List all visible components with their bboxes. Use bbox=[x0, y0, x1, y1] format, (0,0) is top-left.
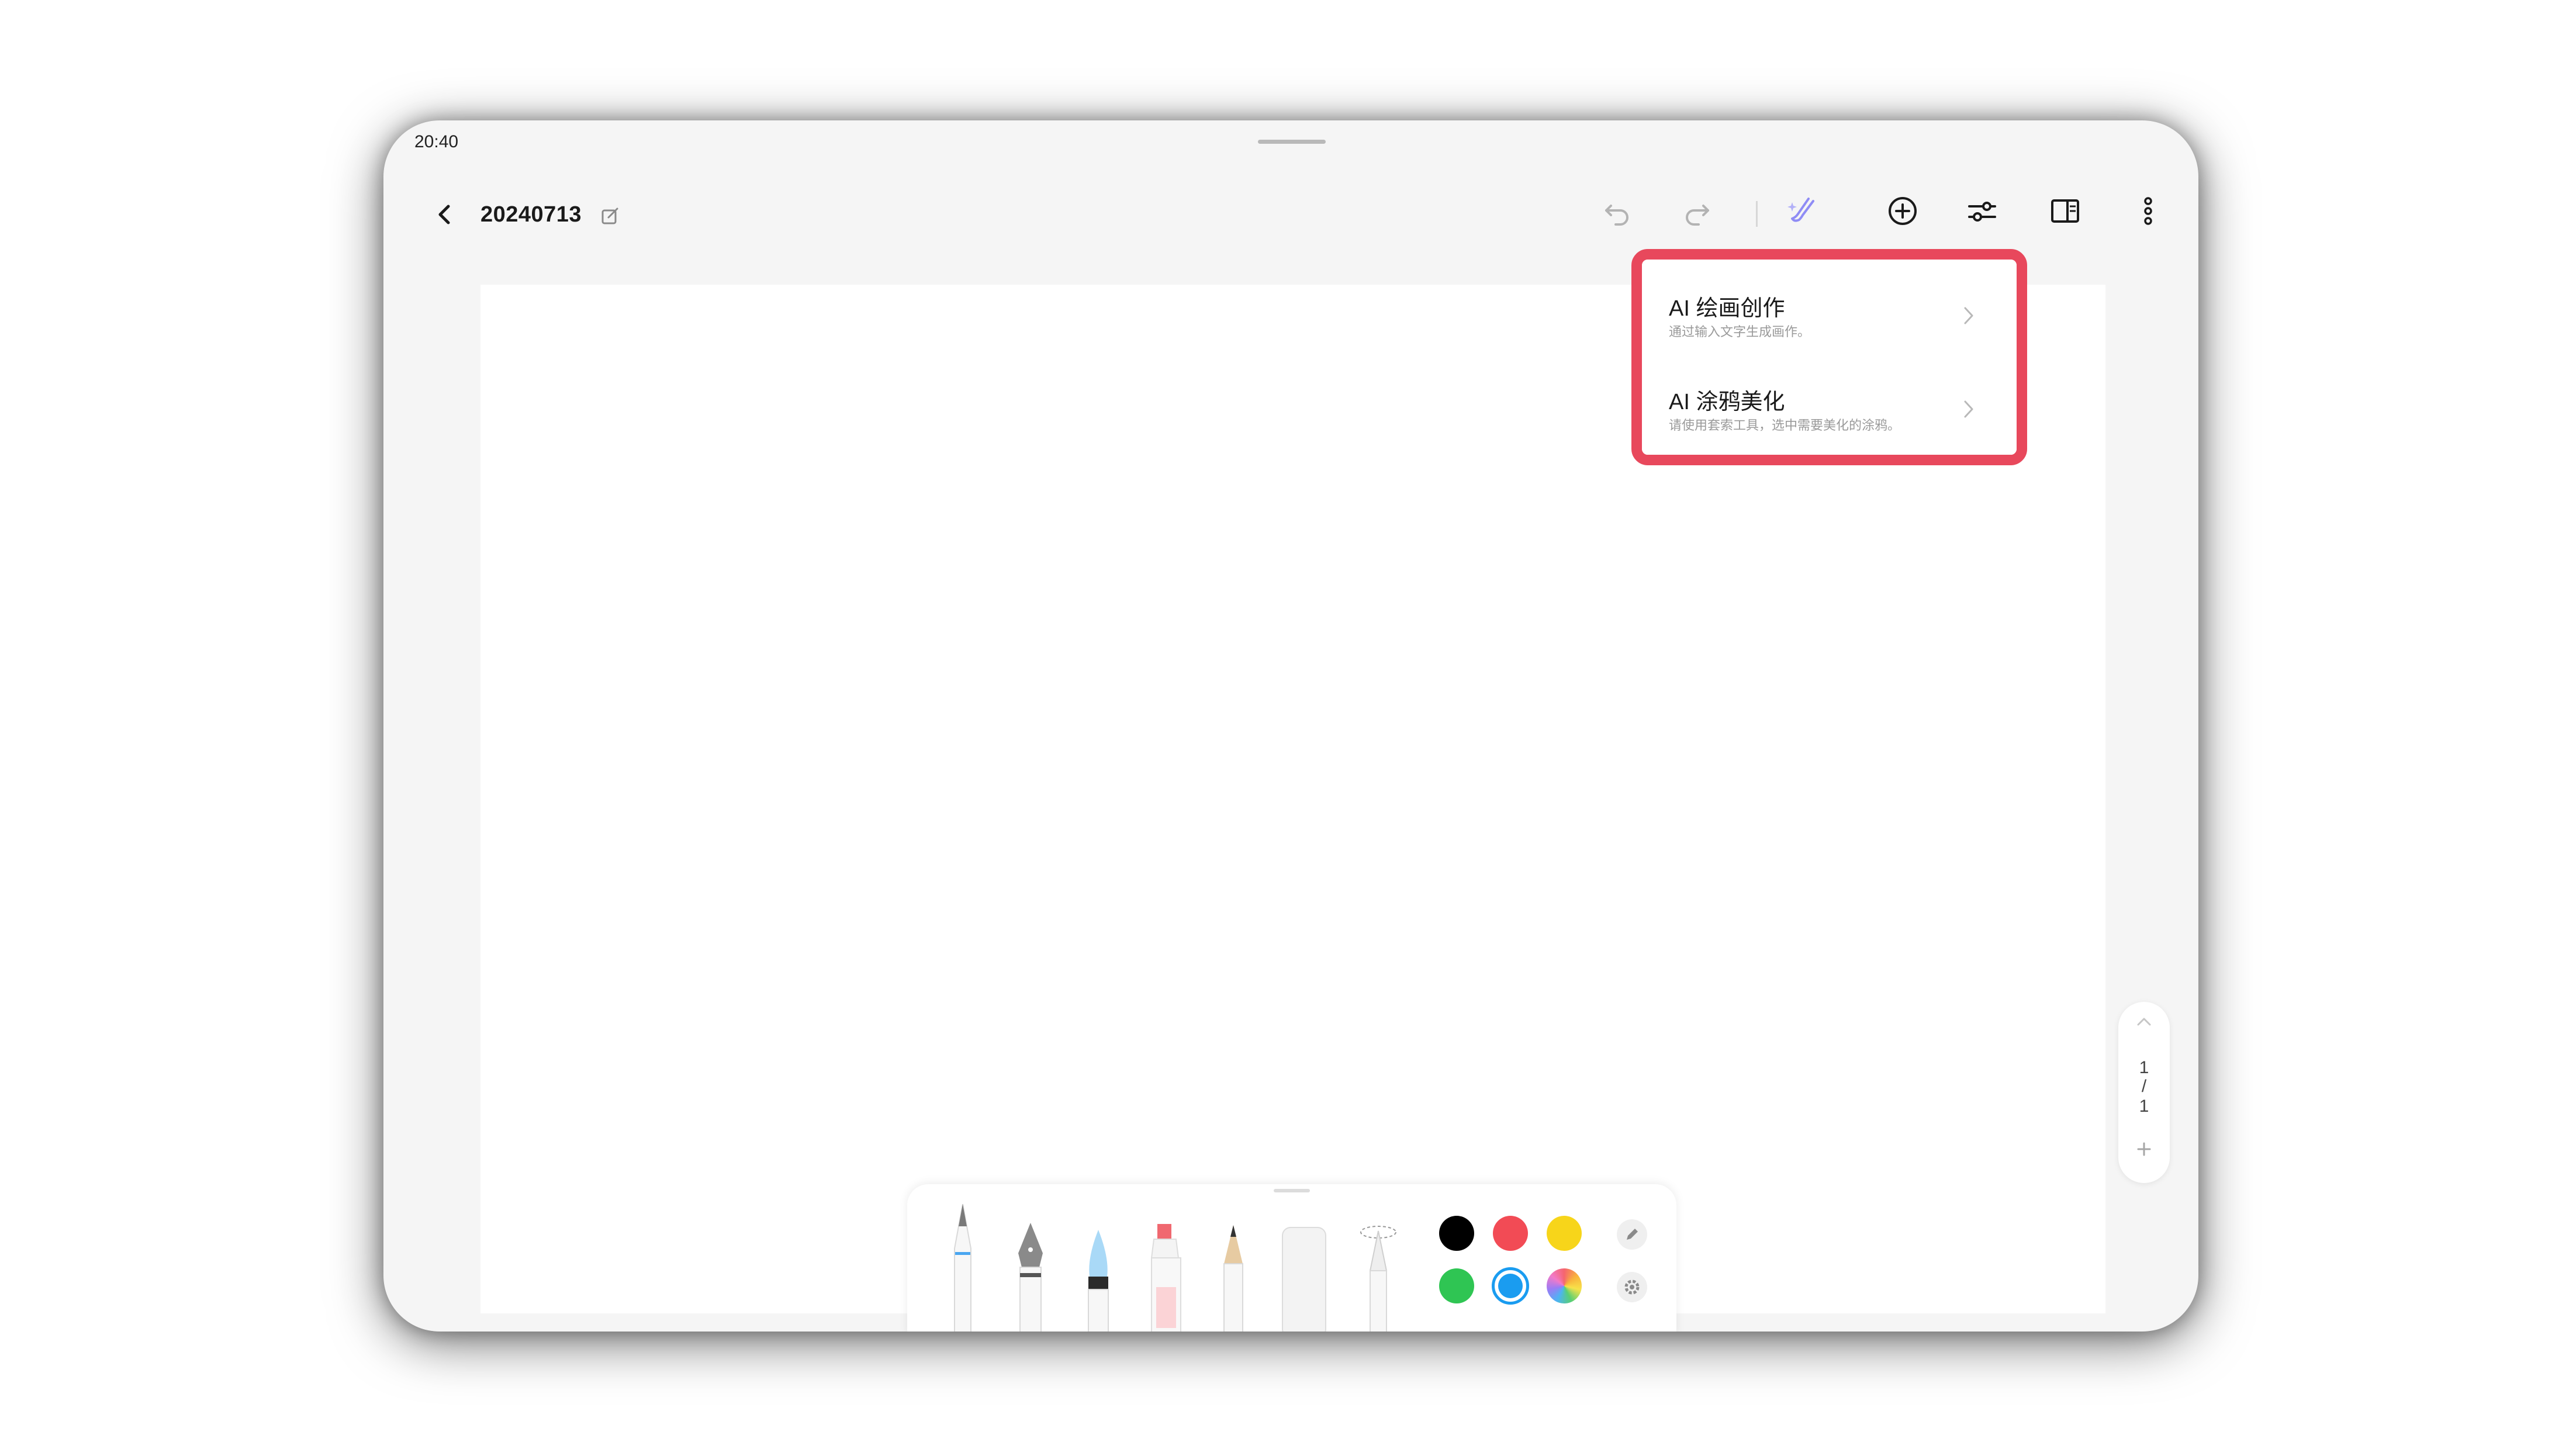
chevron-up-icon[interactable] bbox=[2136, 1016, 2152, 1028]
menu-item-title: AI 绘画创作 bbox=[1669, 296, 1785, 321]
color-swatch-red[interactable] bbox=[1493, 1216, 1528, 1251]
color-swatch-green[interactable] bbox=[1439, 1268, 1474, 1303]
edit-title-button[interactable] bbox=[599, 205, 622, 228]
back-button[interactable] bbox=[424, 194, 465, 235]
adjust-button[interactable] bbox=[1962, 191, 2003, 231]
toolbar-divider bbox=[1756, 201, 1758, 227]
toolbar-handle[interactable] bbox=[1274, 1189, 1310, 1192]
status-time: 20:40 bbox=[414, 132, 459, 151]
add-page-icon[interactable] bbox=[2135, 1140, 2153, 1158]
add-icon bbox=[1889, 197, 1917, 225]
undo-button[interactable] bbox=[1597, 191, 1638, 231]
edit-title-icon bbox=[601, 208, 618, 224]
back-icon bbox=[438, 205, 450, 224]
page-navigator: 1 / 1 bbox=[2118, 1002, 2170, 1183]
color-swatch-blue-selected[interactable] bbox=[1492, 1267, 1529, 1305]
ai-brush-button[interactable] bbox=[1782, 191, 1823, 231]
menu-item-title: AI 涂鸦美化 bbox=[1669, 390, 1785, 414]
highlighter-icon[interactable] bbox=[1143, 1223, 1189, 1332]
page-separator: / bbox=[2141, 1077, 2147, 1096]
chevron-right-icon bbox=[1964, 400, 1973, 418]
split-view-button[interactable] bbox=[2045, 191, 2086, 231]
more-icon bbox=[2144, 197, 2152, 225]
menu-item-ai-doodle[interactable]: AI 涂鸦美化 请使用套索工具，选中需要美化的涂鸦。 bbox=[1642, 354, 2017, 442]
brush-pen-icon[interactable] bbox=[1078, 1229, 1119, 1332]
color-swatch-yellow[interactable] bbox=[1547, 1216, 1582, 1251]
note-title[interactable]: 20240713 bbox=[480, 202, 582, 227]
menu-item-description: 通过输入文字生成画作。 bbox=[1669, 324, 1811, 339]
add-button[interactable] bbox=[1882, 191, 1923, 231]
more-button[interactable] bbox=[2128, 191, 2169, 231]
color-wheel-icon[interactable] bbox=[1547, 1268, 1582, 1303]
pencil-icon[interactable] bbox=[1215, 1224, 1252, 1332]
pen-toolbar bbox=[907, 1184, 1676, 1332]
adjust-icon bbox=[1968, 202, 1996, 222]
toolbar-settings-icon[interactable] bbox=[1616, 1271, 1648, 1303]
current-page: 1 bbox=[2139, 1058, 2149, 1077]
redo-icon bbox=[1686, 205, 1709, 226]
lasso-tool-icon[interactable] bbox=[1356, 1224, 1401, 1332]
color-swatch-black[interactable] bbox=[1439, 1216, 1474, 1251]
pen-settings-icon[interactable] bbox=[1616, 1218, 1648, 1251]
ai-brush-icon bbox=[1787, 198, 1814, 222]
ai-popup-menu: AI 绘画创作 通过输入文字生成画作。 AI 涂鸦美化 请使用套索工具，选中需要… bbox=[1642, 260, 2017, 455]
window-grabber[interactable] bbox=[1258, 140, 1326, 144]
color-swatch-blue bbox=[1498, 1274, 1523, 1298]
redo-button[interactable] bbox=[1676, 191, 1717, 231]
undo-icon bbox=[1605, 205, 1628, 226]
ballpoint-pen-icon[interactable] bbox=[942, 1202, 983, 1332]
fountain-pen-icon[interactable] bbox=[1010, 1222, 1051, 1332]
split-view-icon bbox=[2051, 199, 2079, 223]
menu-item-ai-painting[interactable]: AI 绘画创作 通过输入文字生成画作。 bbox=[1642, 260, 2017, 347]
menu-item-description: 请使用套索工具，选中需要美化的涂鸦。 bbox=[1669, 418, 1901, 433]
eraser-icon[interactable] bbox=[1278, 1226, 1330, 1332]
total-pages: 1 bbox=[2139, 1097, 2149, 1116]
tablet-screen: 20:40 20240713 AI 绘画创作 通过输入文字生成画作。 AI 涂鸦… bbox=[383, 120, 2198, 1332]
chevron-right-icon bbox=[1964, 307, 1973, 324]
